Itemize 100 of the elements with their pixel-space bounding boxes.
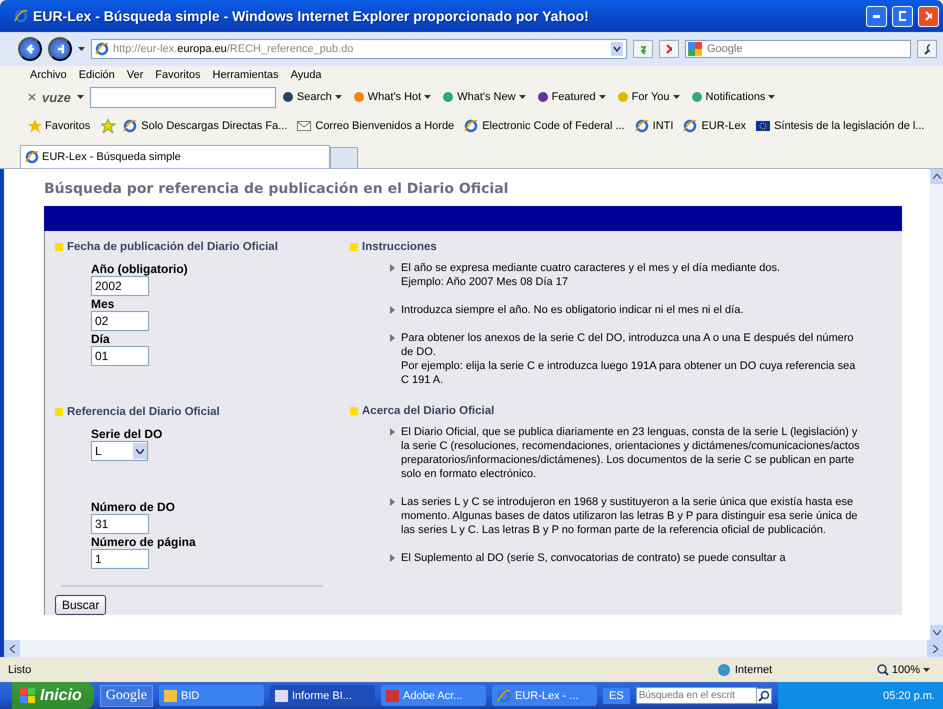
taskbar-item[interactable]: Adobe Acr...: [381, 685, 486, 706]
menu-item[interactable]: Herramientas: [206, 69, 285, 81]
caret-icon: [923, 668, 930, 672]
favorite-link[interactable]: Síntesis de la legislación de l...: [756, 120, 924, 132]
page-icon: [25, 150, 39, 164]
bullet-square: [55, 243, 63, 251]
toolbar-item[interactable]: What's New: [442, 91, 526, 103]
security-zone: Internet: [734, 664, 772, 676]
caret-icon: [768, 95, 776, 99]
page-icon: [464, 119, 478, 133]
scroll-right-icon[interactable]: [932, 644, 938, 652]
windows-logo-icon: [20, 688, 36, 704]
back-arrow-icon: [26, 43, 34, 55]
page-icon: [634, 119, 649, 133]
input-field[interactable]: 02: [91, 311, 149, 331]
app-icon: [386, 690, 399, 702]
toolbar-icon: [282, 91, 294, 103]
status-text: Listo: [8, 664, 32, 676]
toolbar-brand[interactable]: vuze: [42, 90, 71, 104]
toolbar-icon: [352, 91, 365, 103]
toolbar-icon: [690, 91, 703, 103]
favorite-link[interactable]: Electronic Code of Federal ...: [464, 119, 625, 133]
menu-item[interactable]: Edición: [72, 69, 121, 81]
paragraph: El año se expresa mediante cuatro caracteres y el mes y el día mediante dos.: [401, 261, 780, 275]
scroll-down-icon[interactable]: [932, 630, 940, 635]
menu-item[interactable]: Ayuda: [284, 69, 328, 81]
paragraph: Para obtener los anexos de la serie C del DO, introduzca una A o una E después del número de DO.: [401, 331, 855, 359]
favorite-link[interactable]: Solo Descargas Directas Fa...: [123, 119, 288, 133]
paragraph: Ejemplo: Año 2007 Mes 08 Día 17: [401, 275, 569, 289]
scroll-up-icon[interactable]: [932, 174, 940, 179]
app-icon: [164, 690, 177, 702]
close-icon[interactable]: [28, 93, 36, 101]
maximize-button[interactable]: [892, 6, 913, 26]
input-field[interactable]: 2002: [91, 276, 149, 296]
window-title: EUR-Lex - Búsqueda simple - Windows Internet Explorer proporcionado por Yahoo!: [33, 8, 590, 24]
taskbar-item[interactable]: Informe BI...: [270, 685, 375, 706]
toolbar-item[interactable]: Search: [282, 91, 342, 103]
favorite-link[interactable]: INTI: [634, 119, 674, 133]
zoom-level[interactable]: 100%: [876, 664, 930, 676]
paragraph: El Suplemento al DO (serie S, convocatorias de contrato) se puede consultar a: [401, 551, 786, 565]
browser-tab[interactable]: EUR-Lex - Búsqueda simple: [20, 145, 330, 168]
bullet-square: [350, 407, 358, 415]
favorite-link[interactable]: Correo Bienvenidos a Horde: [297, 120, 454, 132]
menu-item[interactable]: Favoritos: [149, 69, 207, 81]
google-toolbar-button[interactable]: Google: [100, 684, 153, 706]
input-field[interactable]: 01: [91, 346, 149, 366]
page-icon: [95, 42, 109, 56]
taskbar-item[interactable]: EUR-Lex - ...: [492, 685, 597, 706]
search-button[interactable]: [917, 40, 937, 58]
globe-icon: [716, 662, 731, 676]
toolbar-item[interactable]: Featured: [536, 91, 606, 103]
stop-button[interactable]: [659, 40, 679, 58]
start-button[interactable]: Inicio: [12, 682, 94, 709]
page-heading: Búsqueda por referencia de publicación en el Diario Oficial: [44, 181, 510, 197]
refresh-button[interactable]: [633, 40, 653, 58]
field-label: Serie del DO: [91, 427, 162, 441]
input-field[interactable]: 1: [91, 549, 149, 569]
triangle-bullet-icon: [390, 334, 395, 342]
caret-icon: [672, 95, 680, 99]
triangle-bullet-icon: [390, 264, 395, 272]
ie-logo-icon: [497, 688, 511, 702]
envelope-icon: [297, 121, 312, 131]
horizontal-scrollbar[interactable]: [0, 640, 943, 657]
language-indicator[interactable]: ES: [603, 688, 630, 704]
search-submit-button[interactable]: Buscar: [55, 595, 106, 615]
bullet-square: [350, 243, 358, 251]
section-title: Acerca del Diario Oficial: [362, 405, 494, 417]
caret-icon: [518, 95, 526, 99]
maximize-icon: [899, 11, 906, 21]
caret-icon: [78, 47, 85, 51]
close-button[interactable]: [918, 6, 939, 26]
triangle-bullet-icon: [390, 306, 395, 314]
back-button[interactable]: [18, 37, 42, 61]
toolbar-item[interactable]: For You: [616, 91, 680, 103]
refresh-arrows-icon: [640, 43, 646, 55]
page-icon: [123, 119, 138, 133]
triangle-bullet-icon: [390, 428, 395, 436]
toolbar-item[interactable]: Notifications: [690, 91, 776, 103]
clock: 05:20 p.m.: [883, 690, 935, 702]
forward-button[interactable]: [48, 37, 72, 61]
scroll-left-icon[interactable]: [10, 644, 14, 652]
minimize-button[interactable]: [866, 6, 887, 26]
taskbar-item[interactable]: BID: [159, 685, 264, 706]
menu-item[interactable]: Ver: [120, 69, 150, 81]
series-select[interactable]: L: [91, 441, 148, 461]
input-field[interactable]: 31: [91, 514, 149, 534]
vertical-scrollbar[interactable]: [930, 169, 943, 640]
dropdown-icon[interactable]: [611, 42, 623, 56]
favorite-link[interactable]: EUR-Lex: [683, 119, 746, 133]
toolbar-icon: [616, 91, 629, 103]
toolbar-search-field[interactable]: [90, 86, 276, 108]
paragraph: Las series L y C se introdujeron en 1968 y sustituyeron a la serie única que existía hasta ese momento. Algunas bases de datos utilizaron las letras B y P para distinguir esa serie única de las series L y C. Las letras B y P no forman parte de la referencia oficial de publicación.: [401, 495, 859, 537]
toolbar-item[interactable]: What's Hot: [352, 91, 432, 103]
desktop-search-field[interactable]: Búsqueda en el escrit: [636, 687, 757, 704]
favorites-button[interactable]: Favoritos: [28, 119, 90, 133]
minimize-icon: [873, 14, 880, 18]
menu-item[interactable]: Archivo: [24, 69, 73, 81]
toolbar-icon: [536, 91, 549, 103]
address-field[interactable]: http://eur-lex.europa.eu/RECH_reference_pub.do: [91, 39, 627, 59]
section-title: Instrucciones: [362, 241, 437, 253]
